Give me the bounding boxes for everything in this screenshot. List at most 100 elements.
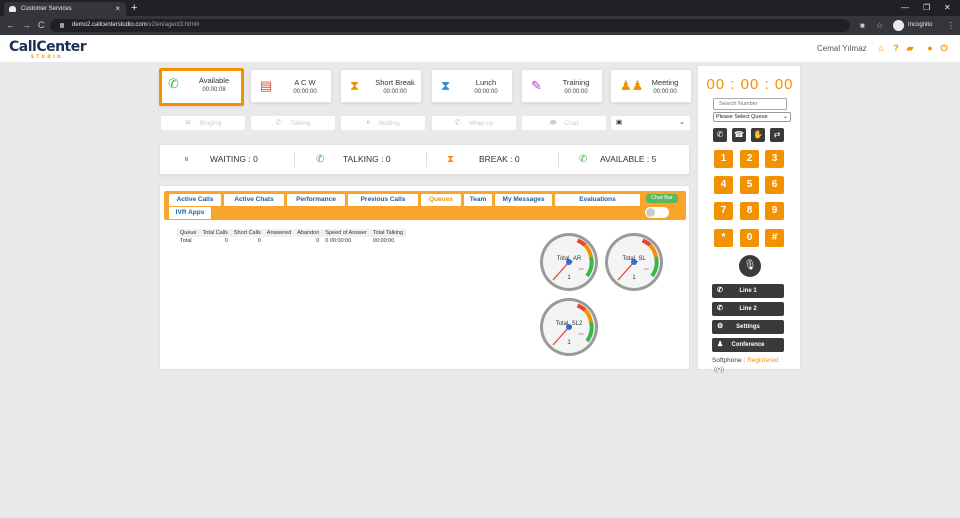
signal-icon: ((•)) [714,367,725,373]
call-button[interactable]: ✆ [713,128,727,142]
status-available[interactable]: ✆ Available 00:00:08 [159,68,244,106]
toggle-icon: ⬬ [549,118,557,127]
tab-my-messages[interactable]: My Messages [495,194,552,206]
user-icon[interactable]: ● [925,43,935,53]
new-tab-button[interactable]: + [131,0,137,16]
counter-waiting-text: WAITING : 0 [210,154,258,164]
keypad-key[interactable]: 2 [740,150,759,168]
talking-button[interactable]: ✆ Talking [250,115,336,131]
status-short-break[interactable]: ⧗ Short Break 00:00:00 [340,69,422,103]
hangup-button[interactable]: ☎ [732,128,746,142]
microphone-button[interactable]: 🎙 [739,255,761,277]
gauge-total-sl2: Total_SL2 1 100 [539,297,599,357]
star-icon[interactable]: ☆ [876,16,883,35]
search-number-input[interactable]: Search Number [713,98,787,110]
line-2-button[interactable]: ✆ Line 2 [712,302,784,316]
phone-icon: ✆ [168,76,179,91]
status-label: Available [198,76,230,85]
tab-queues[interactable]: Queues [421,194,461,206]
status-training[interactable]: ✎ Training 00:00:00 [521,69,603,103]
status-lunch[interactable]: ⧗ Lunch 00:00:00 [431,69,513,103]
book-icon[interactable]: ▰ [905,43,915,53]
chat-bar-toggle[interactable] [645,207,669,218]
lock-icon [60,23,64,28]
incognito-icon [893,20,904,31]
keypad-key[interactable]: # [765,229,784,247]
tab-evaluations[interactable]: Evaluations [555,194,640,206]
browser-menu-icon[interactable]: ⋮ [947,16,955,35]
softphone-panel: 00 : 00 : 00 Search Number Please Select… [697,65,801,373]
ringing-button[interactable]: ≋ Ringing [160,115,246,131]
keypad-key[interactable]: 7 [714,202,733,220]
help-icon[interactable]: ? [891,43,901,53]
status-label: Lunch [475,78,497,87]
keypad-key[interactable]: 4 [714,176,733,194]
softphone-label: Softphone : [712,357,746,364]
status-time: 00:00:00 [474,89,498,95]
back-icon[interactable]: ← [6,16,15,35]
close-tab-icon[interactable]: × [115,2,120,16]
keypad-key[interactable]: 3 [765,150,784,168]
keypad-key[interactable]: 8 [740,202,759,220]
talking-label: Talking [290,120,311,127]
keypad-key[interactable]: 1 [714,150,733,168]
queue-select[interactable]: Please Select Queue ⌄ [713,112,791,122]
keypad-key[interactable]: 6 [765,176,784,194]
divider [294,152,295,167]
settings-button[interactable]: ⚙ Settings [712,320,784,334]
tab-previous-calls[interactable]: Previous Calls [348,194,418,206]
line-1-button[interactable]: ✆ Line 1 [712,284,784,298]
table-cell: 0 [257,238,261,244]
status-meeting[interactable]: ♟♟ Meeting 00:00:00 [610,69,692,103]
keypad-key[interactable]: 5 [740,176,759,194]
conference-label: Conference [731,342,765,348]
tab-team[interactable]: Team [464,194,492,206]
browser-tab-title: Customer Services [21,6,72,12]
chat-button[interactable]: ⬬ Chat [521,115,607,131]
column-header: Total Talking [369,229,407,237]
wrapup-label: Wrap-up [468,120,494,127]
gear-icon: ⚙ [717,323,724,330]
reload-icon[interactable]: C [38,16,45,35]
phone-icon: ✆ [316,154,325,165]
power-icon[interactable]: ⏻ [939,43,949,53]
home-icon[interactable]: ⌂ [876,43,886,53]
window-close-icon[interactable]: ✕ [944,0,951,16]
address-bar[interactable]: demo2.callcenterstudio.com/v2/en/agent3.… [50,19,850,32]
tab-ivr-apps[interactable]: IVR Apps [169,207,211,219]
settings-label: Settings [736,324,760,330]
hourglass-icon: ⧗ [447,154,455,165]
restore-icon[interactable]: ❐ [923,0,930,16]
incognito-indicator[interactable]: Incognito [893,19,932,32]
transfer-icon: ⇄ [773,130,781,139]
tab-performance[interactable]: Performance [287,194,345,206]
inbox-dropdown[interactable]: ▣ ⌄ [610,115,691,131]
camera-icon[interactable]: ■ [860,16,865,35]
keypad-key[interactable]: 0 [740,229,759,247]
keypad-key[interactable]: * [714,229,733,247]
info-panel: Active Calls Active Chats Performance Pr… [159,185,690,370]
softphone-registered: Registered [747,357,779,364]
transfer-button[interactable]: ⇄ [770,128,784,142]
chat-bar-badge: Chat Bar [646,194,678,203]
divider [426,152,427,167]
forward-icon[interactable]: → [22,16,31,35]
hold-button[interactable]: ✋ [751,128,765,142]
toggle-knob [646,208,655,217]
hourglass-icon: ⧗ [441,78,451,93]
browser-tab[interactable]: Customer Services × [4,2,126,16]
counter-break-text: BREAK : 0 [479,154,520,164]
tab-active-calls[interactable]: Active Calls [169,194,221,206]
status-acw[interactable]: ▤ A C W 00:00:00 [250,69,332,103]
softphone-status: Softphone : Registered [712,357,779,364]
column-header: Short Calls [230,229,264,237]
keypad-key[interactable]: 9 [765,202,784,220]
table-cell: 0 00:00:00 [325,238,352,244]
wrapup-button[interactable]: ✆ Wrap-up [431,115,517,131]
counter-talking: ✆ TALKING : 0 [316,145,448,174]
tab-active-chats[interactable]: Active Chats [224,194,284,206]
conference-button[interactable]: ♟ Conference [712,338,784,352]
waiting-button[interactable]: ⏸ Waiting [340,115,426,131]
minimize-icon[interactable]: — [901,0,909,16]
counter-break: ⧗ BREAK : 0 [447,145,579,174]
